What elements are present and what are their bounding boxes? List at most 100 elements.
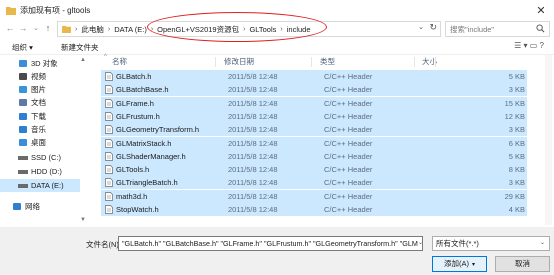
address-row: ← → ⌄ ↑ › 此电脑 › DATA (E:) › OpenGL+VS201… [0,20,554,38]
column-header-date[interactable]: 修改日期 [224,55,254,68]
sidebar-item[interactable]: HDD (D:) [0,165,80,178]
sidebar-item-label: 音乐 [31,125,46,134]
video-icon [19,73,27,80]
forward-button[interactable]: → [17,22,29,35]
file-row[interactable]: GLFrame.h 2011/5/8 12:48 C/C++ Header 15 KB [101,96,527,110]
new-folder-button[interactable]: 新建文件夹 [61,42,99,53]
file-row[interactable]: GLShaderManager.h 2011/5/8 12:48 C/C++ Hea… [101,149,527,163]
file-date: 2011/5/8 12:48 [228,98,278,108]
sidebar-item-label: SSD (C:) [31,153,61,162]
column-divider[interactable] [311,57,312,67]
sidebar-item[interactable]: 下载 [0,110,80,123]
sidebar-item[interactable]: 桌面 [0,136,80,149]
sidebar-item[interactable]: 文档 [0,96,80,109]
file-row[interactable]: GLTriangleBatch.h 2011/5/8 12:48 C/C++ Hea… [101,176,527,190]
chevron-down-icon: ⌄ [539,240,545,246]
file-date: 2011/5/8 12:48 [228,205,278,214]
refresh-button[interactable]: ↻ [429,22,437,33]
file-name: GLTools.h [116,165,150,175]
file-row[interactable]: GLFrustum.h 2011/5/8 12:48 C/C++ Header 12 … [101,109,527,123]
scroll-down-arrow[interactable]: ▼ [80,217,86,223]
column-header-type[interactable]: 类型 [320,55,335,68]
view-options[interactable]: ☰ ▾ ▭ ? [514,41,544,50]
file-row[interactable]: GLTools.h 2011/5/8 12:48 C/C++ Header 8 KB [101,163,527,177]
breadcrumb-this-pc[interactable]: 此电脑 [79,24,106,35]
search-icon [536,24,545,33]
back-button[interactable]: ← [4,22,16,35]
file-type: C/C++ Header [324,72,373,81]
file-row[interactable]: StopWatch.h 2011/5/8 12:48 C/C++ Header 4 K… [101,203,527,216]
up-button[interactable]: ↑ [42,22,54,35]
bottom-panel: 文件名(N): "GLBatch.h" "GLBatchBase.h" "GLF… [0,227,554,275]
documents-icon [19,99,27,106]
address-bar[interactable]: › 此电脑 › DATA (E:) › OpenGL+VS2019资源包 › G… [57,21,441,37]
file-row[interactable]: GLBatch.h 2011/5/8 12:48 C/C++ Header 5 KB [101,70,527,83]
close-button[interactable]: ✕ [534,3,548,17]
cancel-button[interactable]: 取消 [495,256,550,272]
header-file-icon [105,205,113,214]
sidebar-item[interactable]: 视频 [0,70,80,83]
add-button[interactable]: 添加(A) ▾ [432,256,487,272]
header-file-icon [105,138,113,148]
sidebar-item-label: 网络 [25,202,40,211]
add-options-arrow[interactable]: ▾ [472,262,475,268]
vertical-scrollbar[interactable] [545,55,552,225]
filename-field[interactable]: "GLBatch.h" "GLBatchBase.h" "GLFrame.h" … [118,236,423,251]
header-file-icon [105,72,113,81]
file-size: 15 KB [504,98,525,108]
recent-locations-dropdown[interactable]: ⌄ [30,22,42,35]
sidebar-item[interactable]: DATA (E:) [0,179,80,192]
file-date: 2011/5/8 12:48 [228,191,278,201]
file-name: StopWatch.h [116,205,159,214]
sidebar-item[interactable]: 3D 对象 [0,57,80,70]
breadcrumb-data-drive[interactable]: DATA (E:) [112,25,149,34]
sidebar-item[interactable]: 网络 [0,200,80,213]
breadcrumb-gltools[interactable]: GLTools [247,25,278,34]
file-type-filter[interactable]: 所有文件(*.*) ⌄ [432,236,550,251]
desktop-icon [19,139,27,146]
organize-menu[interactable]: 组织 ▾ [12,42,33,53]
scroll-up-arrow[interactable]: ▲ [80,57,86,63]
folder-icon [6,6,16,15]
search-input[interactable]: 搜索"include" [445,21,550,37]
file-name: GLMatrixStack.h [116,138,172,148]
file-size: 4 KB [508,205,525,214]
file-name: math3d.h [116,191,148,201]
file-type: C/C++ Header [324,151,373,161]
music-icon [19,126,27,133]
file-name: GLBatch.h [116,72,152,81]
navigation-pane: ▲ 3D 对象 视频 图片 文档 下载音乐桌面 SSD (C:) HDD (D:) DATA … [0,55,90,227]
drive-icon [18,184,28,188]
search-placeholder: 搜索"include" [450,24,495,34]
breadcrumb-opengl-pack[interactable]: OpenGL+VS2019资源包 [155,24,241,35]
column-divider[interactable] [215,57,216,67]
sort-indicator: ^ [104,53,107,60]
header-file-icon [105,98,113,108]
file-row[interactable]: math3d.h 2011/5/8 12:48 C/C++ Header 29 KB [101,189,527,203]
file-list: ^ 名称 修改日期 类型 大小 GLBatch.h 2011/5/8 12:48 C… [96,54,546,227]
file-type-filter-value: 所有文件(*.*) [436,239,479,248]
breadcrumb-include[interactable]: include [285,25,313,34]
3d-objects-icon [19,60,27,67]
column-divider[interactable] [435,57,436,67]
file-row[interactable]: GLGeometryTransform.h 2011/5/8 12:48 C/C++… [101,123,527,137]
file-name: GLBatchBase.h [116,85,169,95]
column-divider[interactable] [414,57,415,67]
sidebar-item[interactable]: SSD (C:) [0,151,80,164]
file-type: C/C++ Header [324,191,373,201]
sidebar-item[interactable]: 音乐 [0,123,80,136]
header-file-icon [105,85,113,95]
sidebar-item[interactable]: 图片 [0,83,80,96]
file-size: 12 KB [504,111,525,121]
address-history-dropdown[interactable]: ⌄ [418,23,424,31]
file-size: 5 KB [508,151,525,161]
file-row[interactable]: GLMatrixStack.h 2011/5/8 12:48 C/C++ Heade… [101,136,527,150]
file-row[interactable]: GLBatchBase.h 2011/5/8 12:48 C/C++ Header 3… [101,83,527,97]
file-size: 8 KB [508,165,525,175]
filename-label: 文件名(N): [86,240,121,249]
sidebar-item-label: 桌面 [31,138,46,147]
column-header-name[interactable]: 名称 [112,55,127,68]
file-type: C/C++ Header [324,165,373,175]
folder-icon [62,25,71,33]
filename-history-dropdown[interactable]: ⌄ [418,239,423,246]
